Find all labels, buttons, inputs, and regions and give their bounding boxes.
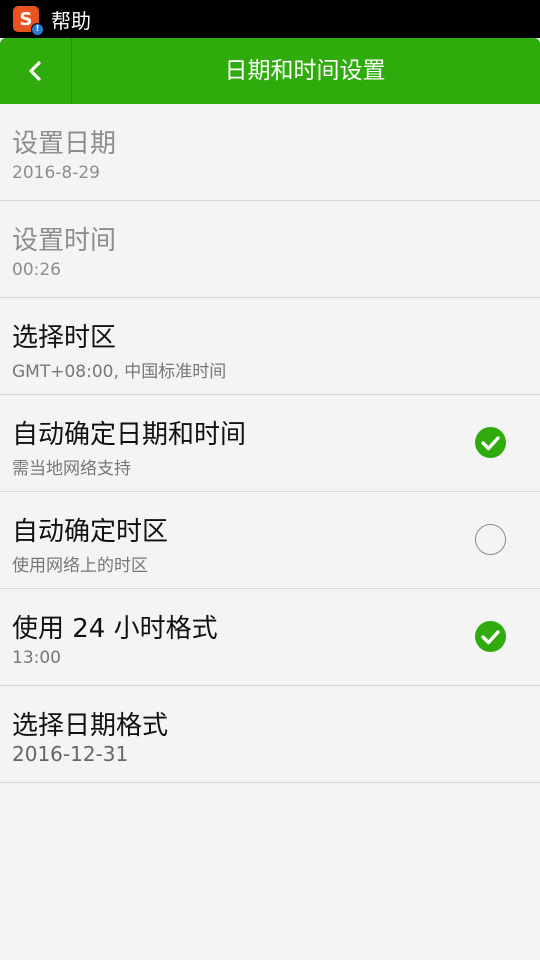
back-button[interactable] bbox=[0, 38, 72, 104]
use-24-hour-label: 使用 24 小时格式 bbox=[12, 614, 218, 644]
status-bar: S! 帮助 bbox=[0, 0, 540, 38]
chevron-left-icon bbox=[29, 61, 41, 81]
date-format-label: 选择日期格式 bbox=[12, 711, 169, 741]
page-title: 日期和时间设置 bbox=[224, 58, 386, 84]
use-24-hour-item[interactable]: 使用 24 小时格式 13:00 bbox=[0, 589, 540, 686]
checkmark-icon bbox=[481, 436, 500, 451]
set-date-label: 设置日期 bbox=[12, 129, 117, 159]
date-format-item[interactable]: 选择日期格式 2016-12-31 bbox=[0, 686, 540, 783]
auto-date-time-item[interactable]: 自动确定日期和时间 需当地网络支持 bbox=[0, 395, 540, 492]
settings-list: 设置日期 2016-8-29 设置时间 00:26 选择时区 GMT+08:00… bbox=[0, 104, 540, 783]
auto-timezone-hint: 使用网络上的时区 bbox=[12, 556, 148, 576]
checkmark-icon bbox=[481, 630, 500, 645]
set-date-value: 2016-8-29 bbox=[12, 163, 100, 183]
auto-timezone-label: 自动确定时区 bbox=[12, 517, 169, 547]
select-timezone-label: 选择时区 bbox=[12, 323, 117, 353]
set-date-item: 设置日期 2016-8-29 bbox=[0, 104, 540, 201]
status-app-label: 帮助 bbox=[51, 8, 91, 33]
set-time-value: 00:26 bbox=[12, 260, 61, 280]
set-time-item: 设置时间 00:26 bbox=[0, 201, 540, 298]
auto-timezone-item[interactable]: 自动确定时区 使用网络上的时区 bbox=[0, 492, 540, 589]
use-24-hour-example: 13:00 bbox=[12, 648, 61, 668]
select-timezone-value: GMT+08:00, 中国标准时间 bbox=[12, 362, 227, 382]
auto-date-time-label: 自动确定日期和时间 bbox=[12, 420, 247, 450]
use-24-hour-checkbox[interactable] bbox=[475, 621, 506, 652]
select-timezone-item[interactable]: 选择时区 GMT+08:00, 中国标准时间 bbox=[0, 298, 540, 395]
auto-date-time-hint: 需当地网络支持 bbox=[12, 459, 131, 479]
date-format-value: 2016-12-31 bbox=[12, 742, 129, 766]
set-time-label: 设置时间 bbox=[12, 226, 117, 256]
auto-date-time-checkbox[interactable] bbox=[475, 427, 506, 458]
info-badge-icon: ! bbox=[31, 23, 44, 36]
title-bar: 日期和时间设置 bbox=[0, 38, 540, 104]
sogou-app-icon: S! bbox=[13, 6, 44, 36]
auto-timezone-checkbox[interactable] bbox=[475, 524, 506, 555]
